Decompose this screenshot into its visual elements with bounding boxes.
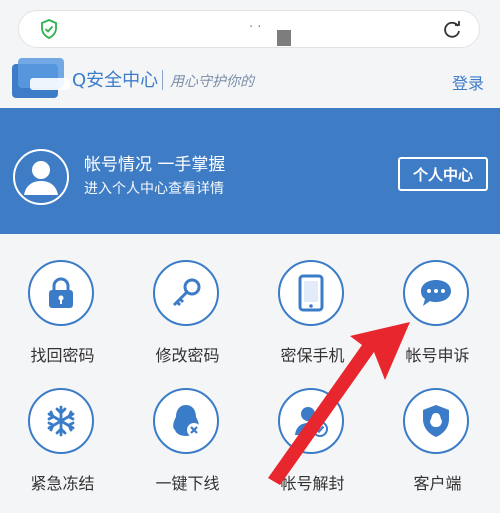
grid-item-secure-phone[interactable]: 密保手机 (250, 234, 375, 365)
chat-bubble-icon (421, 280, 451, 306)
account-banner: 帐号情况 一手掌握 进入个人中心查看详情 个人中心 (0, 108, 500, 234)
penguin-offline-icon (173, 405, 201, 437)
grid-item-one-click-offline[interactable]: 一键下线 (125, 362, 250, 493)
icon-circle (153, 260, 219, 326)
site-header: Q安全中心 用心守护你的 登录 (0, 56, 500, 108)
snowflake-icon (47, 405, 75, 437)
browser-bar: · · (0, 0, 500, 60)
banner-title: 帐号情况 一手掌握 (84, 155, 226, 175)
grid-item-account-appeal[interactable]: 帐号申诉 (375, 234, 500, 365)
logo-icon (12, 58, 70, 98)
slogan: 用心守护你的 (170, 74, 254, 90)
grid-item-account-unblock[interactable]: 帐号解封 (250, 362, 375, 493)
url-redaction (277, 30, 291, 46)
icon-circle (278, 260, 344, 326)
user-check-icon (295, 407, 328, 437)
phone-icon (298, 274, 324, 312)
icon-circle (28, 260, 94, 326)
refresh-icon[interactable] (441, 19, 463, 41)
grid-item-change-password[interactable]: 修改密码 (125, 234, 250, 365)
avatar-icon[interactable] (12, 148, 70, 206)
lock-icon (49, 277, 73, 308)
function-grid: 找回密码 修改密码 密保手机 帐号申诉 紧急冻结 一键下线 帐号解封 客户端 (0, 234, 500, 513)
grid-item-client[interactable]: 客户端 (375, 362, 500, 493)
personal-center-button[interactable]: 个人中心 (398, 157, 488, 191)
grid-item-label: 紧急冻结 (30, 474, 95, 493)
url-text[interactable]: · · (249, 20, 261, 35)
divider (162, 70, 163, 90)
grid-item-label: 帐号解封 (280, 474, 345, 493)
address-bar[interactable]: · · (18, 10, 480, 48)
icon-circle (403, 260, 469, 326)
banner-subtitle: 进入个人中心查看详情 (84, 181, 224, 197)
shield-check-icon (41, 19, 57, 39)
brand-name: Q安全中心 (72, 70, 159, 91)
penguin-shield-icon (423, 405, 449, 437)
key-icon (172, 278, 201, 307)
icon-circle (403, 388, 469, 454)
grid-item-label: 客户端 (413, 474, 462, 493)
icon-circle (153, 388, 219, 454)
grid-item-emergency-freeze[interactable]: 紧急冻结 (0, 362, 125, 493)
grid-item-recover-password[interactable]: 找回密码 (0, 234, 125, 365)
login-link[interactable]: 登录 (452, 70, 484, 94)
grid-item-label: 一键下线 (155, 474, 220, 493)
icon-circle (278, 388, 344, 454)
icon-circle (28, 388, 94, 454)
